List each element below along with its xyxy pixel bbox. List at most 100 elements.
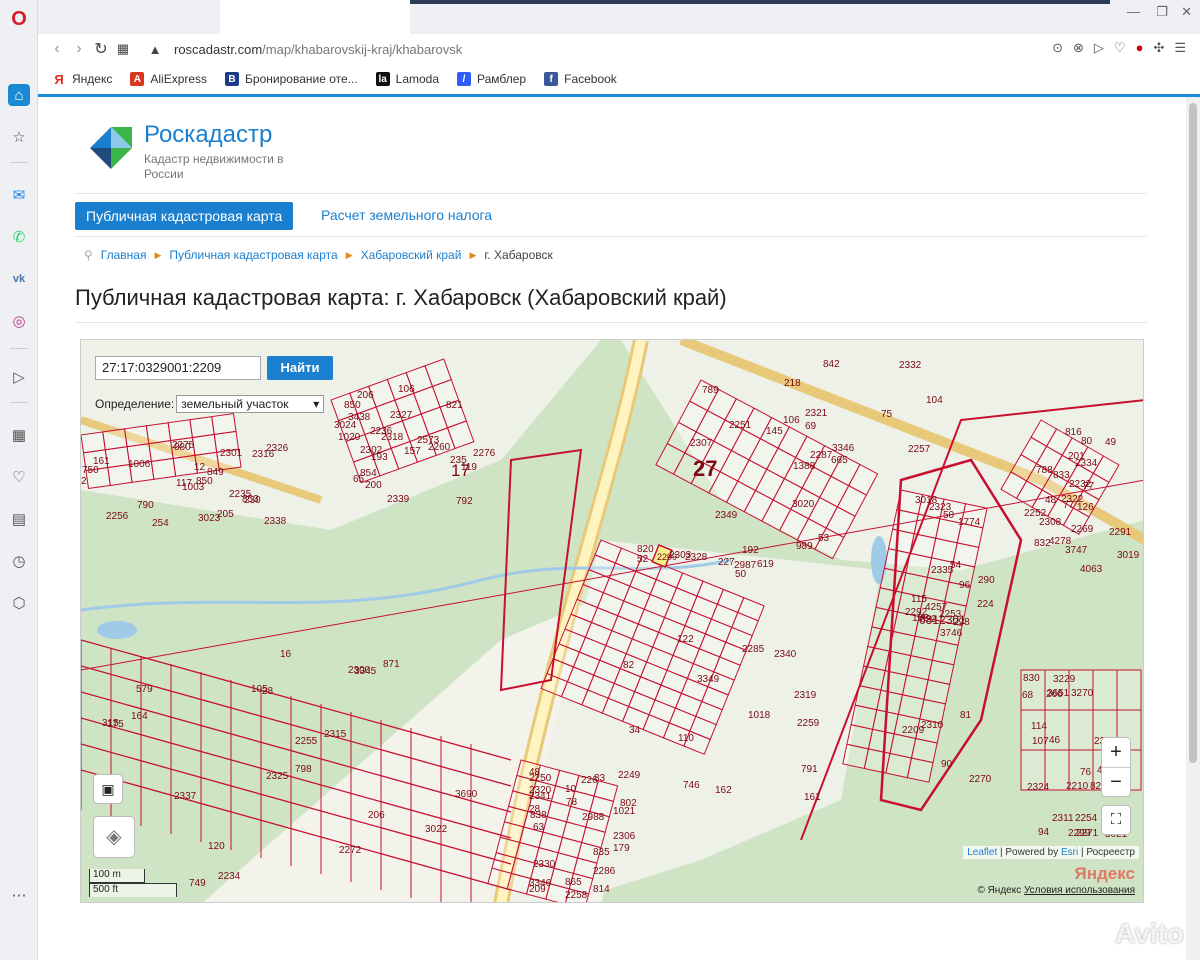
zoom-in-button[interactable]: +: [1102, 738, 1130, 767]
parcel-label: 193: [371, 452, 388, 463]
speed-dial-icon[interactable]: ▦: [112, 41, 134, 57]
grid-icon[interactable]: ▦: [8, 424, 30, 446]
page-scrollbar[interactable]: [1186, 97, 1200, 960]
heart-icon[interactable]: ♡: [8, 466, 30, 488]
parcel[interactable]: [211, 413, 237, 436]
url-domain: roscadastr.com: [174, 41, 263, 57]
zoom-out-button[interactable]: −: [1102, 767, 1130, 796]
bookmark-booking[interactable]: B Бронирование оте...: [225, 72, 358, 86]
parcel[interactable]: [1092, 669, 1118, 711]
instagram-icon[interactable]: ◎: [8, 310, 30, 332]
breadcrumb-arrow-icon: ▶: [469, 249, 477, 260]
terms-link[interactable]: Условия использования: [1024, 885, 1135, 896]
parcel[interactable]: [150, 457, 177, 480]
definition-select[interactable]: земельный участок ▾: [176, 395, 325, 413]
adblock-icon[interactable]: ●: [1136, 40, 1144, 56]
parcel-label: 107: [1032, 736, 1049, 747]
parcel-label: 2260: [428, 442, 451, 453]
parcel[interactable]: [145, 422, 172, 445]
news-icon[interactable]: ▤: [8, 508, 30, 530]
scale-imperial: 500 ft: [89, 883, 177, 897]
star-icon[interactable]: ☆: [8, 126, 30, 148]
menu-icon[interactable]: ☰: [1174, 40, 1186, 56]
reload-icon[interactable]: ↻: [90, 39, 112, 59]
esri-link[interactable]: Esri: [1061, 847, 1078, 858]
bookmark-yandex[interactable]: Я Яндекс: [52, 72, 113, 87]
parcel[interactable]: [189, 416, 215, 439]
tab-land-tax[interactable]: Расчет земельного налога: [321, 207, 492, 223]
breadcrumb-region[interactable]: Хабаровский край: [361, 248, 462, 262]
back-icon[interactable]: ‹: [46, 40, 68, 58]
parcel-label: 46: [1049, 735, 1061, 746]
home-icon[interactable]: ⌂: [8, 84, 30, 106]
parcel[interactable]: [191, 433, 218, 456]
scrollbar-thumb[interactable]: [1189, 103, 1197, 763]
parcel-label: 2338: [264, 516, 287, 527]
bookmark-lamoda[interactable]: la Lamoda: [375, 72, 439, 86]
leaflet-link[interactable]: Leaflet: [967, 847, 997, 858]
cube-icon[interactable]: ⬡: [8, 592, 30, 614]
camera-icon[interactable]: ⊙: [1052, 40, 1063, 56]
bookmark-label: Яндекс: [72, 72, 113, 86]
share-icon[interactable]: ▷: [1094, 40, 1104, 56]
layers-icon[interactable]: ◈: [93, 816, 135, 858]
history-icon[interactable]: ◷: [8, 550, 30, 572]
parcel[interactable]: [124, 425, 150, 448]
sidebar-divider: [10, 348, 28, 349]
parcel[interactable]: [1116, 669, 1142, 711]
cadastral-number-input[interactable]: 27:17:0329001:2209: [95, 356, 261, 380]
parcel-label: 12: [194, 462, 206, 473]
minimize-icon[interactable]: —: [1127, 4, 1140, 19]
dropdown-arrow-icon: ▾: [313, 397, 320, 411]
tab-public-map[interactable]: Публичная кадастровая карта: [75, 202, 294, 230]
parcel[interactable]: [81, 431, 106, 454]
parcel-label: 114: [1031, 721, 1047, 732]
url-field[interactable]: roscadastr.com/map/khabarovskij-kraj/kha…: [174, 42, 462, 57]
breadcrumb-home[interactable]: Главная: [101, 248, 147, 262]
warning-icon[interactable]: ▲: [144, 42, 166, 57]
bookmark-aliexpress[interactable]: A AliExpress: [130, 72, 207, 86]
parcel[interactable]: [1068, 709, 1094, 751]
parcel-label: 746: [683, 780, 700, 791]
parcel[interactable]: [906, 757, 934, 783]
parcel-label: 2334: [1075, 458, 1098, 469]
definition-value: земельный участок: [181, 397, 289, 411]
parcel-label: 2250: [529, 773, 552, 784]
cadastral-map[interactable]: 17 27 0312301 2209 1003 3438 3349 3346 3346 4278 1…: [80, 339, 1144, 903]
parcel-label: 104: [926, 395, 943, 406]
extensions-icon[interactable]: ✣: [1153, 40, 1164, 56]
map-canvas[interactable]: 17 27031230122091003343833493346334642781…: [81, 340, 1144, 903]
vk-icon[interactable]: vk: [8, 268, 30, 290]
maximize-icon[interactable]: ❐: [1156, 4, 1168, 20]
parcel-label: 117: [176, 478, 192, 489]
parcel-label: 788: [1036, 465, 1053, 476]
close-icon[interactable]: ✕: [1181, 4, 1192, 20]
more-icon[interactable]: ⋯: [8, 884, 30, 906]
parcel-label: 315: [102, 718, 119, 729]
print-frame-icon[interactable]: ▣: [93, 774, 123, 804]
parcel-label: 2287: [810, 450, 833, 461]
heart-icon[interactable]: ♡: [1114, 40, 1126, 56]
parcel[interactable]: [102, 428, 128, 451]
active-tab[interactable]: [220, 0, 410, 34]
block-icon[interactable]: ⊗: [1073, 40, 1084, 56]
parcel[interactable]: [167, 419, 193, 442]
whatsapp-icon[interactable]: ✆: [8, 226, 30, 248]
messenger-icon[interactable]: ✉: [8, 184, 30, 206]
brand-name[interactable]: Роскадастр: [144, 121, 272, 149]
send-icon[interactable]: ▷: [8, 366, 30, 388]
fullscreen-icon[interactable]: ⛶: [1101, 805, 1131, 835]
opera-logo-icon[interactable]: O: [8, 8, 30, 30]
bookmark-rambler[interactable]: / Рамблер: [457, 72, 526, 86]
breadcrumb-public-map[interactable]: Публичная кадастровая карта: [169, 248, 337, 262]
parcel-label: 254: [152, 518, 169, 529]
parcel-label: 48: [1045, 495, 1057, 506]
breadcrumb-arrow-icon: ▶: [154, 249, 162, 260]
scale-metric: 100 m: [89, 869, 145, 883]
parcel[interactable]: [148, 440, 174, 463]
parcel-label: 106: [783, 415, 800, 426]
find-button[interactable]: Найти: [267, 356, 333, 380]
roscadastr-logo-icon[interactable]: [90, 127, 132, 169]
bookmark-facebook[interactable]: f Facebook: [544, 72, 617, 86]
forward-icon[interactable]: ›: [68, 40, 90, 58]
